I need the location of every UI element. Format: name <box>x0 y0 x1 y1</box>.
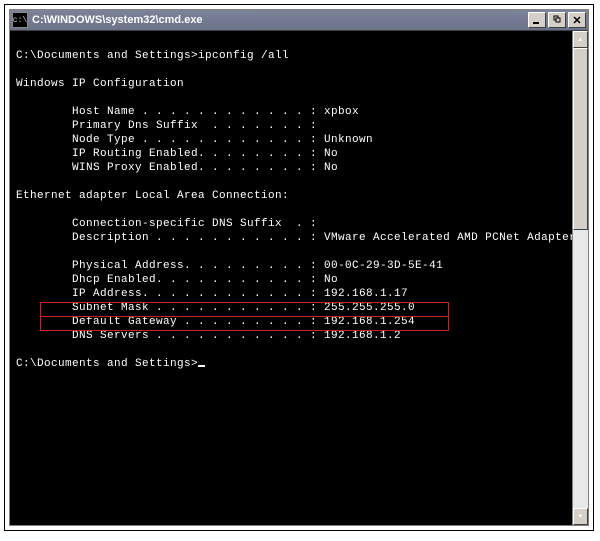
node-type-line: Node Type . . . . . . . . . . . . : Unkn… <box>16 134 373 146</box>
prompt-line: C:\Documents and Settings>ipconfig /all <box>16 50 289 62</box>
prompt-line-2: C:\Documents and Settings> <box>16 358 205 370</box>
scroll-down-button[interactable]: ▾ <box>573 508 588 525</box>
scroll-track[interactable] <box>573 48 588 508</box>
window-controls <box>528 12 586 28</box>
gateway-line: Default Gateway . . . . . . . . . : 192.… <box>16 316 415 328</box>
maximize-button[interactable] <box>548 12 566 28</box>
ip-address-line: IP Address. . . . . . . . . . . . : 192.… <box>16 288 408 300</box>
ip-routing-line: IP Routing Enabled. . . . . . . . : No <box>16 148 338 160</box>
close-button[interactable] <box>568 12 586 28</box>
adapter-header: Ethernet adapter Local Area Connection: <box>16 190 289 202</box>
host-name-line: Host Name . . . . . . . . . . . . : xpbo… <box>16 106 359 118</box>
dns-servers-line: DNS Servers . . . . . . . . . . . : 192.… <box>16 330 401 342</box>
subnet-mask-line: Subnet Mask . . . . . . . . . . . : 255.… <box>16 302 415 314</box>
description-line: Description . . . . . . . . . . . : VMwa… <box>16 232 576 244</box>
cursor <box>198 365 205 367</box>
console-output: C:\Documents and Settings>ipconfig /all … <box>16 35 570 385</box>
dhcp-line: Dhcp Enabled. . . . . . . . . . . : No <box>16 274 338 286</box>
minimize-button[interactable] <box>528 12 546 28</box>
conn-suffix-line: Connection-specific DNS Suffix . : <box>16 218 317 230</box>
vertical-scrollbar[interactable]: ▴ ▾ <box>572 31 588 525</box>
console[interactable]: C:\Documents and Settings>ipconfig /all … <box>10 31 588 525</box>
scroll-up-button[interactable]: ▴ <box>573 31 588 48</box>
physical-address-line: Physical Address. . . . . . . . . : 00-0… <box>16 260 443 272</box>
titlebar[interactable]: c:\ C:\WINDOWS\system32\cmd.exe <box>10 10 588 31</box>
wins-proxy-line: WINS Proxy Enabled. . . . . . . . : No <box>16 162 338 174</box>
screenshot-frame: c:\ C:\WINDOWS\system32\cmd.exe C:\Docum… <box>4 4 594 531</box>
cmd-icon: c:\ <box>12 12 28 28</box>
section-header: Windows IP Configuration <box>16 78 184 90</box>
cmd-window: c:\ C:\WINDOWS\system32\cmd.exe C:\Docum… <box>9 9 589 526</box>
scroll-thumb[interactable] <box>573 48 588 230</box>
primary-dns-suffix-line: Primary Dns Suffix . . . . . . . : <box>16 120 317 132</box>
window-title: C:\WINDOWS\system32\cmd.exe <box>32 14 528 26</box>
